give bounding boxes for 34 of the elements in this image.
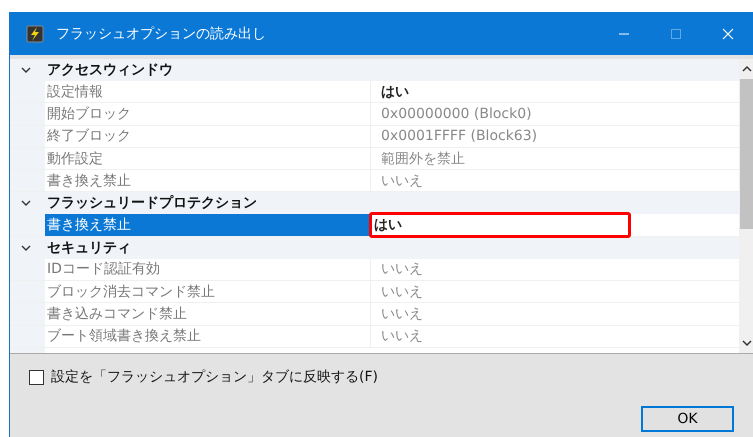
- property-name[interactable]: 書き換え禁止: [45, 170, 371, 192]
- checkbox[interactable]: [29, 370, 44, 384]
- checkbox-label: 設定を「フラッシュオプション」タブに反映する(F): [51, 368, 378, 386]
- property-value: 0x0001FFFF (Block63): [380, 127, 538, 146]
- property-name[interactable]: 設定情報: [45, 81, 371, 102]
- property-value: いいえ: [380, 172, 424, 191]
- scrollbar-thumb[interactable]: [740, 79, 753, 229]
- property-name[interactable]: 終了ブロック: [45, 126, 371, 147]
- property-name[interactable]: ブロック消去コマンド禁止: [45, 281, 371, 302]
- property-value: はい: [369, 212, 631, 238]
- maximize-icon: [670, 28, 682, 40]
- property-value: いいえ: [380, 260, 424, 280]
- category-heading: フラッシュリードプロテクション: [47, 194, 257, 212]
- category-heading: アクセスウィンドウ: [47, 61, 173, 79]
- category-heading: セキュリティ: [47, 238, 131, 257]
- property-name[interactable]: IDコード認証有効: [45, 258, 371, 280]
- property-name[interactable]: 書き換え禁止: [45, 214, 371, 236]
- property-name[interactable]: 動作設定: [45, 148, 371, 170]
- property-value: いいえ: [380, 327, 424, 346]
- lightning-chip-icon: [26, 24, 44, 42]
- property-value: 0x00000000 (Block0): [380, 104, 533, 123]
- chevron-icon[interactable]: [21, 65, 31, 75]
- chevron-icon[interactable]: [21, 242, 31, 253]
- property-value: はい: [380, 82, 410, 102]
- window-title: フラッシュオプションの読み出し: [56, 24, 267, 42]
- property-value: いいえ: [380, 305, 424, 324]
- property-name[interactable]: ブート領域書き換え禁止: [45, 326, 371, 347]
- property-value: いいえ: [380, 282, 424, 302]
- close-icon: [722, 28, 734, 40]
- property-name[interactable]: 開始ブロック: [45, 103, 371, 125]
- property-name[interactable]: 書き込みコマンド禁止: [45, 303, 371, 325]
- ok-button[interactable]: OK: [641, 406, 734, 432]
- chevron-icon[interactable]: [21, 198, 31, 208]
- property-value: 範囲外を禁止: [380, 150, 466, 169]
